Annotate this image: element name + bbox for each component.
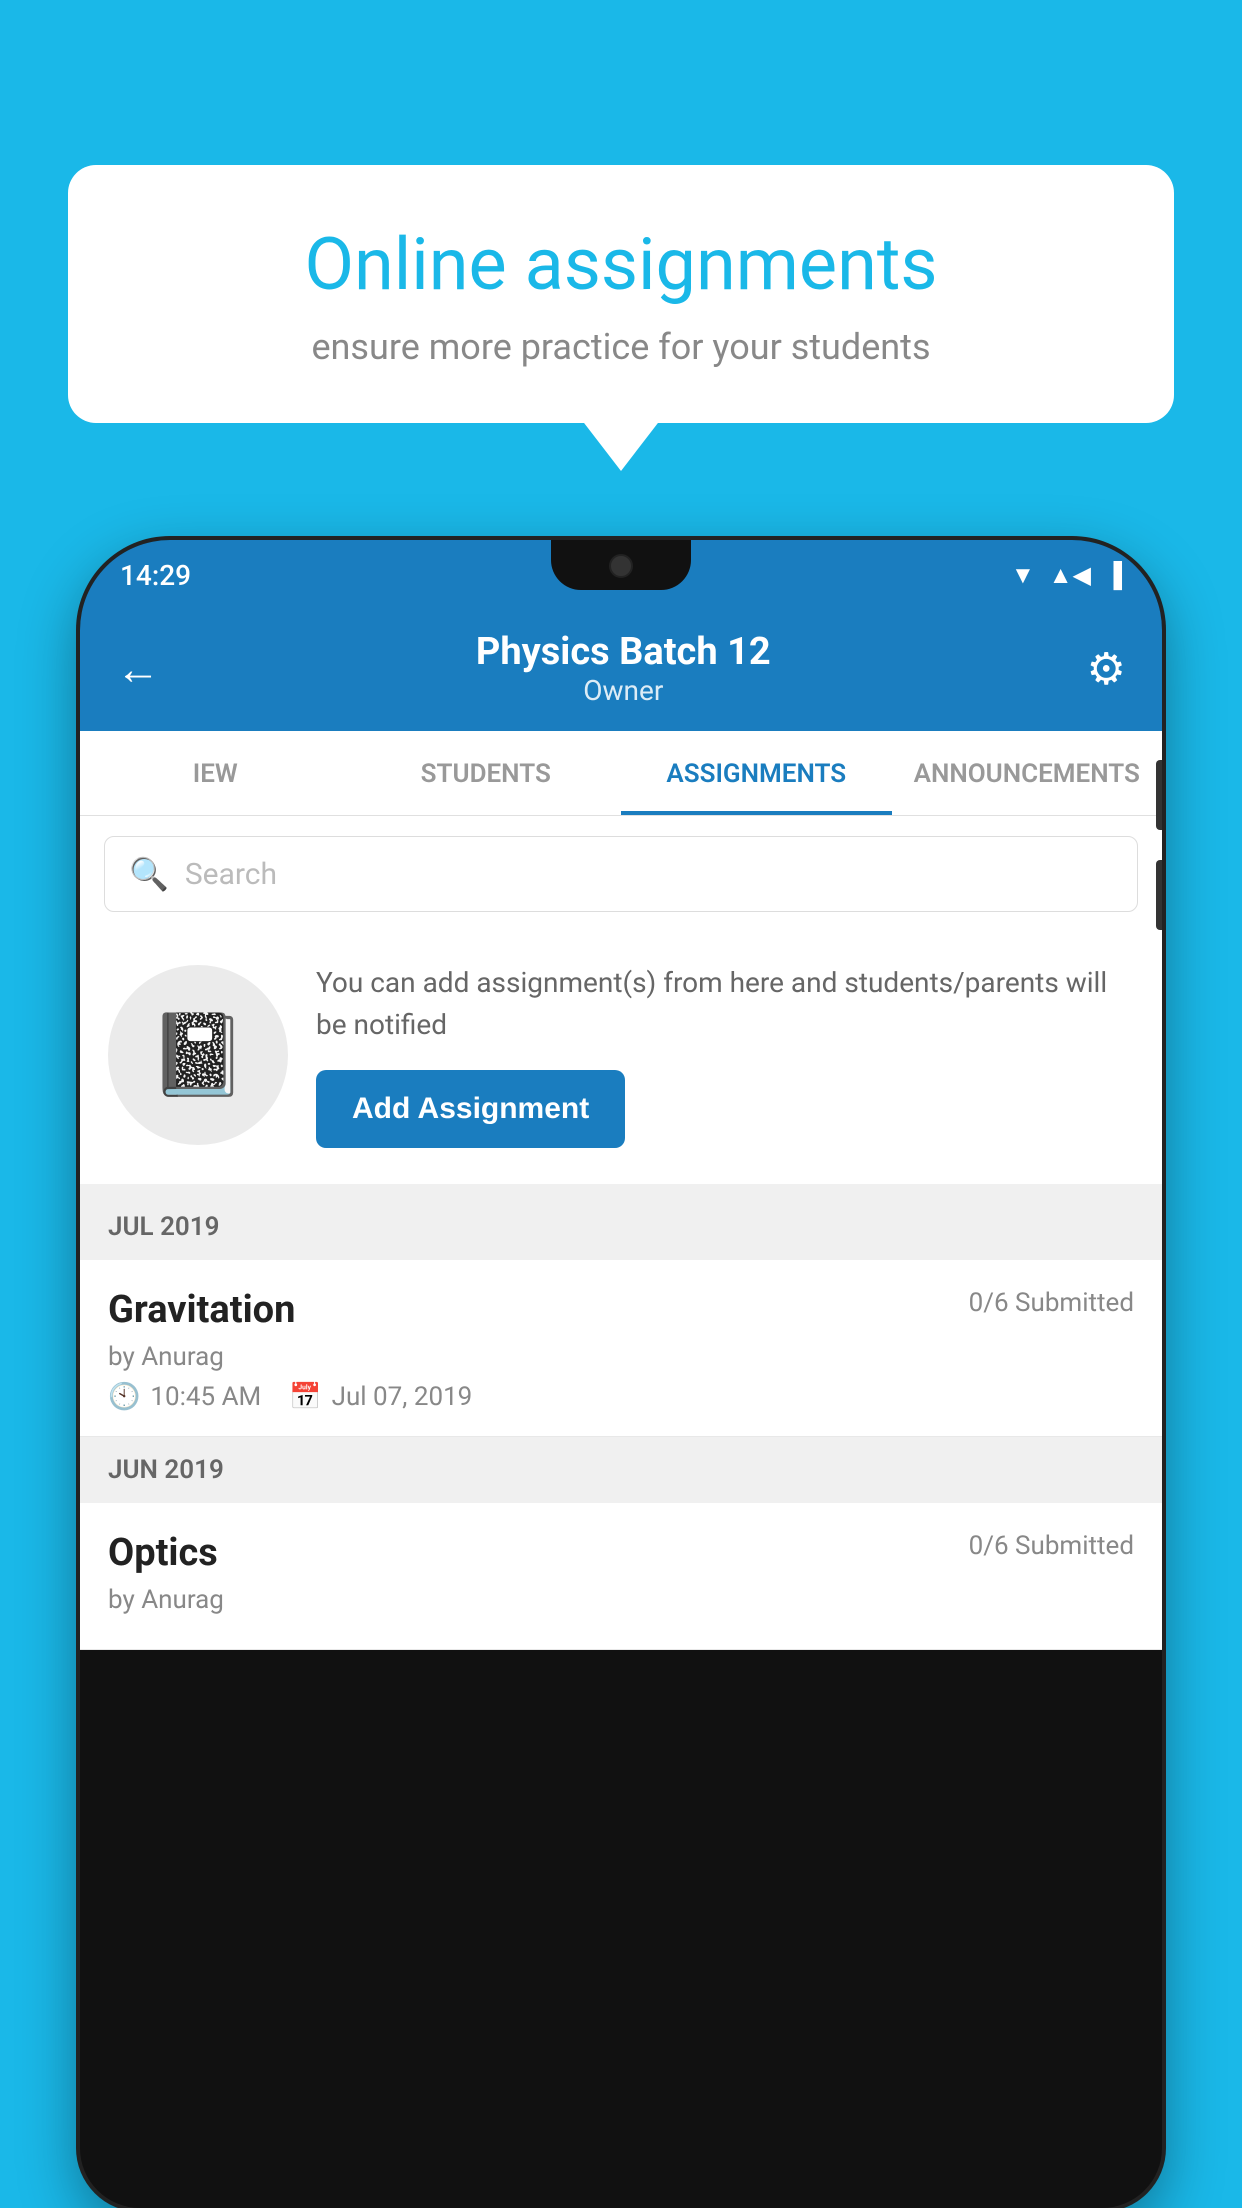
signal-icon: ▲◀ — [1049, 561, 1091, 590]
search-bar: 🔍 Search — [80, 816, 1162, 932]
submitted-badge: 0/6 Submitted — [969, 1288, 1134, 1318]
assignment-gravitation[interactable]: Gravitation 0/6 Submitted by Anurag 🕙 10… — [80, 1260, 1162, 1437]
promo-icon-circle: 📓 — [108, 965, 288, 1145]
promo-text-block: You can add assignment(s) from here and … — [316, 962, 1134, 1148]
promo-block: 📓 You can add assignment(s) from here an… — [80, 932, 1162, 1194]
assignment-top: Gravitation 0/6 Submitted — [108, 1288, 1134, 1332]
search-input-wrap[interactable]: 🔍 Search — [104, 836, 1138, 912]
section-jun-2019: JUN 2019 — [80, 1437, 1162, 1503]
batch-subtitle: Owner — [476, 674, 771, 707]
clock-icon: 🕙 — [108, 1382, 140, 1412]
phone-frame: 14:29 ▼ ▲◀ ▐ ← Physics Batch 12 Owner ⚙ … — [80, 540, 1162, 2208]
notebook-icon: 📓 — [148, 1008, 248, 1102]
section-jul-2019: JUL 2019 — [80, 1194, 1162, 1260]
wifi-icon: ▼ — [1011, 561, 1035, 590]
screen-content: 🔍 Search 📓 You can add assignment(s) fro… — [80, 816, 1162, 1650]
tab-iew[interactable]: IEW — [80, 731, 351, 815]
tab-announcements[interactable]: ANNOUNCEMENTS — [892, 731, 1163, 815]
promo-description: You can add assignment(s) from here and … — [316, 962, 1134, 1046]
tab-assignments[interactable]: ASSIGNMENTS — [621, 731, 892, 815]
header-title-block: Physics Batch 12 Owner — [476, 630, 771, 707]
notch — [551, 540, 691, 590]
battery-icon: ▐ — [1105, 561, 1122, 590]
submitted-badge-2: 0/6 Submitted — [969, 1531, 1134, 1561]
tab-students[interactable]: STUDENTS — [351, 731, 622, 815]
camera — [609, 554, 633, 578]
search-placeholder: Search — [185, 857, 277, 892]
assignment-time: 10:45 AM — [150, 1382, 261, 1412]
assignment-datetime: 🕙 10:45 AM 📅 Jul 07, 2019 — [108, 1382, 1134, 1412]
search-icon: 🔍 — [129, 855, 169, 893]
assignment-name: Gravitation — [108, 1288, 295, 1332]
assignment-author-2: by Anurag — [108, 1585, 1134, 1615]
date-item: 📅 Jul 07, 2019 — [289, 1382, 472, 1412]
time-item: 🕙 10:45 AM — [108, 1382, 261, 1412]
status-icons: ▼ ▲◀ ▐ — [1011, 561, 1122, 590]
assignment-author: by Anurag — [108, 1342, 1134, 1372]
assignment-optics[interactable]: Optics 0/6 Submitted by Anurag — [80, 1503, 1162, 1650]
tab-bar: IEW STUDENTS ASSIGNMENTS ANNOUNCEMENTS — [80, 731, 1162, 816]
back-button[interactable]: ← — [116, 643, 160, 695]
add-assignment-button[interactable]: Add Assignment — [316, 1070, 625, 1148]
calendar-icon: 📅 — [289, 1382, 321, 1412]
bubble-subtitle: ensure more practice for your students — [138, 326, 1104, 368]
speech-bubble: Online assignments ensure more practice … — [68, 165, 1174, 423]
settings-button[interactable]: ⚙ — [1087, 643, 1126, 695]
assignment-top-2: Optics 0/6 Submitted — [108, 1531, 1134, 1575]
volume-up-button[interactable] — [1156, 760, 1162, 830]
assignment-date: Jul 07, 2019 — [332, 1382, 473, 1412]
status-time: 14:29 — [120, 559, 191, 592]
volume-down-button[interactable] — [1156, 860, 1162, 930]
assignment-name-2: Optics — [108, 1531, 218, 1575]
bubble-title: Online assignments — [138, 225, 1104, 304]
status-bar: 14:29 ▼ ▲◀ ▐ — [80, 540, 1162, 610]
batch-title: Physics Batch 12 — [476, 630, 771, 674]
app-header: ← Physics Batch 12 Owner ⚙ — [80, 610, 1162, 731]
